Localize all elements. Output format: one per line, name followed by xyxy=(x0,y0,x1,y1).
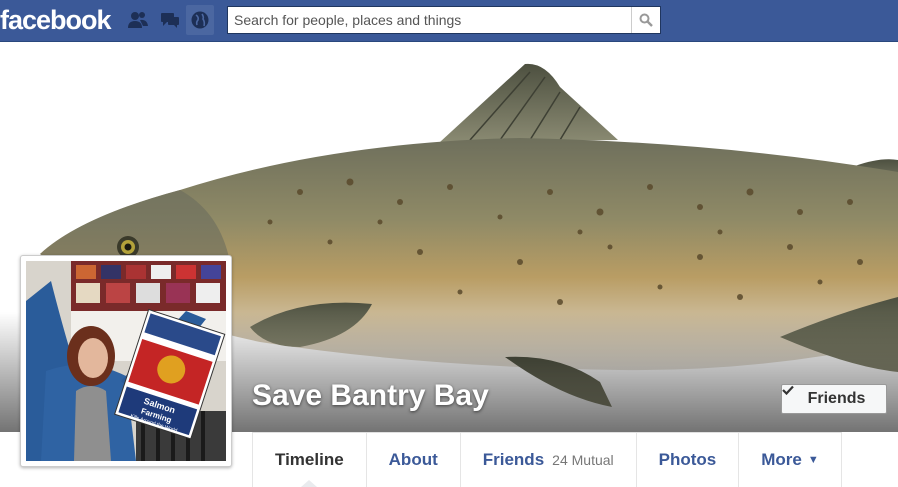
profile-picture[interactable]: Salmon Farming Kills Around the World xyxy=(20,255,232,467)
search-icon[interactable] xyxy=(631,7,660,33)
tab-friends[interactable]: Friends 24 Mutual xyxy=(461,433,637,487)
friends-button[interactable]: Friends xyxy=(781,384,887,414)
tab-more[interactable]: More ▼ xyxy=(739,433,842,487)
tab-friends-label: Friends xyxy=(482,450,545,469)
tab-more-label: More xyxy=(761,450,802,469)
tab-about[interactable]: About xyxy=(367,433,461,487)
tab-photos-label: Photos xyxy=(658,450,717,469)
tab-photos[interactable]: Photos xyxy=(637,433,740,487)
messages-icon[interactable] xyxy=(156,5,184,35)
tab-friends-mutual-count: 24 Mutual xyxy=(552,452,614,468)
search-box xyxy=(227,6,661,34)
facebook-logo[interactable]: facebook xyxy=(0,4,112,36)
search-input[interactable] xyxy=(228,7,634,33)
friend-requests-icon[interactable] xyxy=(124,5,152,35)
top-bar: facebook xyxy=(0,0,898,42)
profile-photo: Salmon Farming Kills Around the World xyxy=(26,261,226,461)
friends-button-label: Friends xyxy=(807,390,866,407)
page-title[interactable]: Save Bantry Bay xyxy=(252,379,489,413)
tab-about-label: About xyxy=(388,450,438,469)
caret-down-icon: ▼ xyxy=(807,454,819,466)
tab-timeline-label: Timeline xyxy=(275,450,344,469)
page-nav-tabs: Timeline About Friends 24 Mutual Photos … xyxy=(252,432,842,487)
notifications-globe-icon[interactable] xyxy=(186,5,214,35)
tab-timeline[interactable]: Timeline xyxy=(252,433,367,487)
